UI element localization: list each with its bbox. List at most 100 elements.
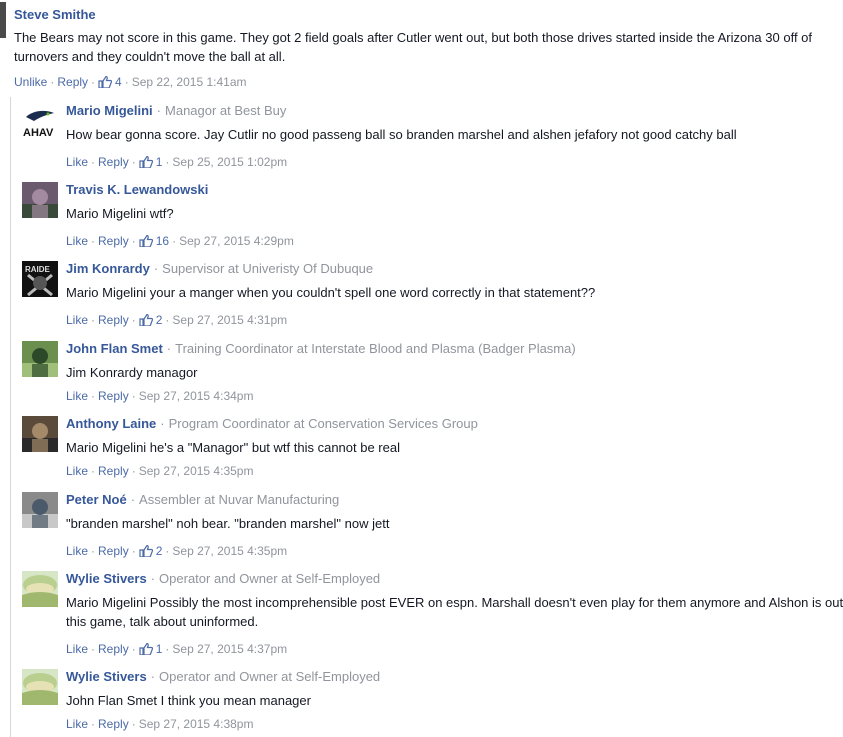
author-name[interactable]: Wylie Stivers (66, 669, 147, 684)
author-avatar[interactable] (22, 669, 58, 705)
comment-text: Mario Migelini your a manger when you co… (66, 285, 596, 300)
like-count[interactable]: 1 (139, 642, 162, 656)
comment-header: Wylie Stivers · Operator and Owner at Self… (66, 571, 380, 586)
author-avatar[interactable] (22, 182, 58, 218)
author-avatar[interactable] (22, 492, 58, 528)
comment-actions: Like · Reply · Sep 27, 2015 4:38pm (66, 717, 253, 731)
separator: · (166, 341, 172, 356)
profile-photo-icon (22, 341, 58, 377)
timestamp[interactable]: Sep 27, 2015 4:37pm (172, 642, 287, 656)
like-count[interactable]: 2 (139, 313, 162, 327)
timestamp[interactable]: Sep 27, 2015 4:35pm (172, 544, 287, 558)
separator: · (91, 234, 96, 248)
separator: · (131, 544, 136, 558)
reply-link[interactable]: Reply (98, 155, 129, 169)
reply-link[interactable]: Reply (98, 642, 129, 656)
author-name[interactable]: Travis K. Lewandowski (66, 182, 208, 197)
comment-actions: Like · Reply · 1 · Sep 27, 2015 4:37pm (66, 642, 287, 656)
author-avatar[interactable]: AHAV (22, 103, 58, 139)
comment-header: Travis K. Lewandowski (66, 182, 208, 197)
separator: · (150, 571, 156, 586)
comment-text: Mario Migelini wtf? (66, 206, 174, 221)
like-link[interactable]: Like (66, 717, 88, 731)
author-avatar[interactable] (22, 341, 58, 377)
separator: · (131, 642, 136, 656)
reply-link[interactable]: Reply (98, 389, 129, 403)
comment-header: Anthony Laine · Program Coordinator at Con… (66, 416, 478, 431)
like-link[interactable]: Like (66, 313, 88, 327)
separator: · (130, 492, 136, 507)
author-name[interactable]: John Flan Smet (66, 341, 163, 356)
like-link[interactable]: Like (66, 234, 88, 248)
like-count-value[interactable]: 16 (156, 234, 169, 248)
timestamp[interactable]: Sep 27, 2015 4:31pm (172, 313, 287, 327)
like-count[interactable]: 2 (139, 544, 162, 558)
like-link[interactable]: Like (66, 642, 88, 656)
landscape-photo-icon (22, 571, 58, 607)
separator: · (124, 75, 129, 89)
separator: · (153, 261, 159, 276)
comment-actions: Like · Reply · 1 · Sep 25, 2015 1:02pm (66, 155, 287, 169)
reply-link[interactable]: Reply (98, 464, 129, 478)
separator: · (91, 75, 96, 89)
separator: · (172, 234, 177, 248)
reply-link[interactable]: Reply (98, 544, 129, 558)
separator: · (91, 642, 96, 656)
thumbs-up-icon (139, 545, 153, 557)
author-name[interactable]: Anthony Laine (66, 416, 156, 431)
profile-photo-icon (22, 182, 58, 218)
root-avatar[interactable] (0, 2, 6, 38)
author-name[interactable]: Jim Konrardy (66, 261, 150, 276)
like-link[interactable]: Like (66, 544, 88, 558)
comment-header: Wylie Stivers · Operator and Owner at Self… (66, 669, 380, 684)
author-avatar[interactable] (22, 571, 58, 607)
author-name[interactable]: Mario Migelini (66, 103, 153, 118)
reply-link[interactable]: Reply (98, 717, 129, 731)
separator: · (165, 642, 170, 656)
comment-header: Mario Migelini · Managor at Best Buy (66, 103, 286, 118)
thumbs-up-icon (139, 314, 153, 326)
author-avatar[interactable] (22, 416, 58, 452)
reply-link[interactable]: Reply (98, 313, 129, 327)
author-workplace: Program Coordinator at Conservation Serv… (168, 416, 478, 431)
author-avatar[interactable]: RAIDE (22, 261, 58, 297)
raiders-logo-icon: RAIDE (22, 261, 58, 297)
comment-header: John Flan Smet · Training Coordinator at I… (66, 341, 576, 356)
root-comment-text: The Bears may not score in this game. Th… (14, 30, 813, 64)
like-link[interactable]: Like (66, 389, 88, 403)
unlike-link[interactable]: Unlike (14, 75, 47, 89)
reply-link[interactable]: Reply (57, 75, 88, 89)
comment-text: Mario Migelini Possibly the most incompr… (66, 595, 843, 629)
separator: · (91, 389, 96, 403)
like-link[interactable]: Like (66, 464, 88, 478)
author-workplace: Training Coordinator at Interstate Blood… (175, 341, 576, 356)
timestamp[interactable]: Sep 27, 2015 4:34pm (139, 389, 254, 403)
author-name[interactable]: Wylie Stivers (66, 571, 147, 586)
profile-photo-icon (22, 416, 58, 452)
comment-actions: Like · Reply · Sep 27, 2015 4:35pm (66, 464, 253, 478)
like-count[interactable]: 1 (139, 155, 162, 169)
author-name[interactable]: Peter Noé (66, 492, 127, 507)
like-count-value[interactable]: 4 (115, 75, 122, 89)
comment-actions: Like · Reply · Sep 27, 2015 4:34pm (66, 389, 253, 403)
like-count[interactable]: 16 (139, 234, 169, 248)
root-comment-actions: Unlike · Reply · 4 · Sep 22, 2015 1:41am (14, 75, 247, 89)
timestamp[interactable]: Sep 27, 2015 4:35pm (139, 464, 254, 478)
like-count[interactable]: 4 (98, 75, 122, 89)
separator: · (91, 464, 96, 478)
timestamp[interactable]: Sep 25, 2015 1:02pm (172, 155, 287, 169)
comment-actions: Like · Reply · 16 · Sep 27, 2015 4:29pm (66, 234, 294, 248)
root-author-name[interactable]: Steve Smithe (14, 7, 96, 22)
separator: · (91, 313, 96, 327)
timestamp[interactable]: Sep 27, 2015 4:38pm (139, 717, 254, 731)
like-link[interactable]: Like (66, 155, 88, 169)
timestamp[interactable]: Sep 27, 2015 4:29pm (179, 234, 294, 248)
separator: · (91, 155, 96, 169)
separator: · (165, 313, 170, 327)
timestamp[interactable]: Sep 22, 2015 1:41am (132, 75, 247, 89)
separator: · (131, 389, 136, 403)
reply-thread-line (10, 97, 11, 737)
thumbs-up-icon (139, 235, 153, 247)
reply-link[interactable]: Reply (98, 234, 129, 248)
thumbs-up-icon (98, 76, 113, 88)
